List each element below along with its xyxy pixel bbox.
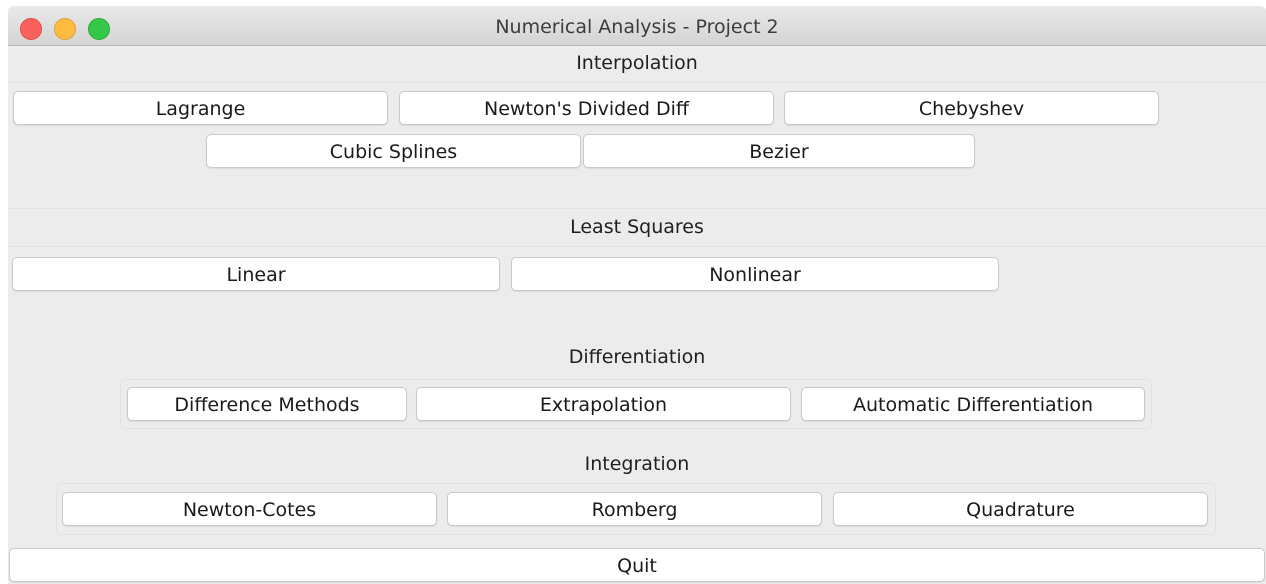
nonlinear-button[interactable]: Nonlinear	[511, 257, 999, 291]
quit-button[interactable]: Quit	[9, 548, 1265, 582]
interpolation-label: Interpolation	[576, 52, 698, 74]
linear-button[interactable]: Linear	[12, 257, 500, 291]
divider	[8, 82, 1266, 83]
divider	[8, 208, 1266, 209]
differentiation-label: Differentiation	[568, 346, 706, 368]
divider	[8, 246, 1266, 247]
automatic-differentiation-button[interactable]: Automatic Differentiation	[801, 387, 1145, 421]
lagrange-button[interactable]: Lagrange	[13, 91, 388, 125]
window-title: Numerical Analysis - Project 2	[495, 16, 779, 38]
cubic-splines-button[interactable]: Cubic Splines	[206, 134, 581, 168]
chebyshev-button[interactable]: Chebyshev	[784, 91, 1159, 125]
title-bar: Numerical Analysis - Project 2	[8, 6, 1266, 46]
newton-cotes-button[interactable]: Newton-Cotes	[62, 492, 437, 526]
quadrature-button[interactable]: Quadrature	[833, 492, 1208, 526]
romberg-button[interactable]: Romberg	[447, 492, 822, 526]
least-squares-label: Least Squares	[570, 216, 704, 238]
bezier-button[interactable]: Bezier	[583, 134, 975, 168]
extrapolation-button[interactable]: Extrapolation	[416, 387, 791, 421]
app-window: Numerical Analysis - Project 2 Interpola…	[8, 6, 1266, 584]
integration-label: Integration	[584, 453, 690, 475]
difference-methods-button[interactable]: Difference Methods	[127, 387, 407, 421]
newtons-divided-diff-button[interactable]: Newton's Divided Diff	[399, 91, 774, 125]
